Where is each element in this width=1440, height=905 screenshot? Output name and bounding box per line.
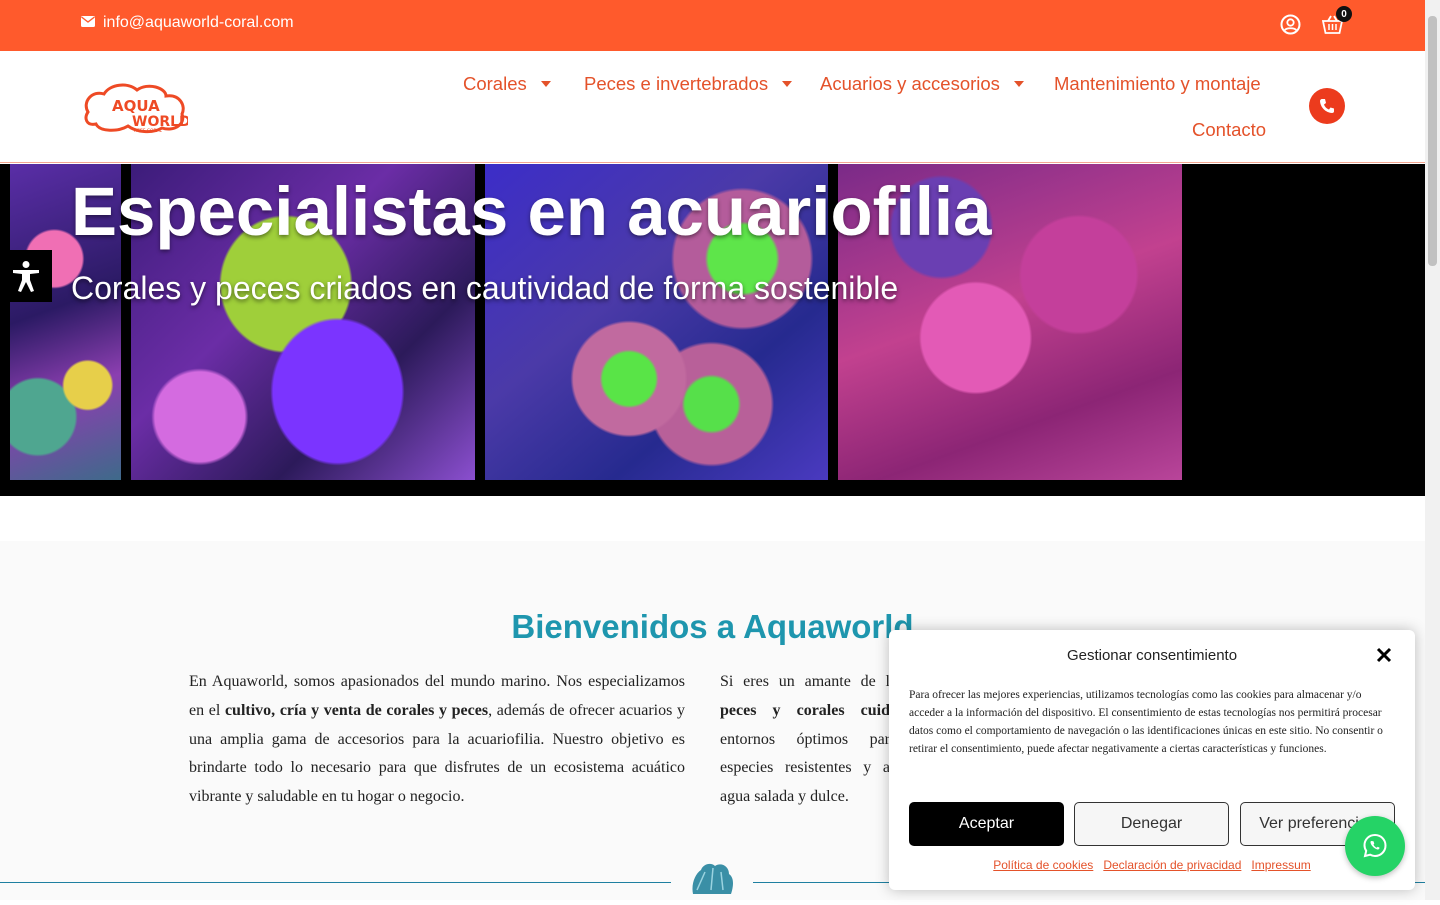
cookie-title: Gestionar consentimiento [1066,647,1238,664]
accessibility-button[interactable] [0,250,52,302]
logo-word-world: WORLD [132,114,188,130]
nav-acuarios-label[interactable]: Acuarios y accesorios [820,73,1000,95]
cookie-consent-dialog: Gestionar consentimiento Para ofrecer la… [889,630,1415,890]
nav-peces[interactable]: Peces e invertebrados [584,73,793,95]
impressum-link[interactable]: Impressum [1251,858,1310,872]
intro-right-text-bold: peces y corales cuid [720,701,890,719]
cart-count-badge: 0 [1336,6,1352,22]
nav-mantenimiento[interactable]: Mantenimiento y montaje [1054,73,1261,95]
whatsapp-button[interactable] [1345,816,1405,876]
nav-contacto-label[interactable]: Contacto [1192,119,1266,141]
account-icon[interactable] [1280,14,1301,40]
hero-title: Especialistas en acuariofilia [71,173,992,250]
whatsapp-icon [1363,833,1387,858]
phone-button[interactable] [1309,88,1345,124]
nav-acuarios[interactable]: Acuarios y accesorios [820,73,1024,95]
nav-corales[interactable]: Corales [463,73,551,95]
caret-down-icon[interactable] [540,81,551,87]
intro-text-bold: cultivo, cría y venta de corales y peces [224,701,489,719]
deny-button[interactable]: Denegar [1074,802,1229,846]
intro-paragraph-left: En Aquaworld, somos apasionados del mund… [189,668,685,812]
scrollbar-thumb[interactable] [1428,16,1437,266]
intro-right-text-1: Si eres un amante de l [720,673,890,690]
nav-peces-label[interactable]: Peces e invertebrados [584,73,768,95]
site-header: AQUA WORLD REEF CORAL Corales Peces e in… [0,51,1425,163]
envelope-icon [81,14,95,32]
logo-word-aqua: AQUA [112,97,160,115]
cookie-policy-link[interactable]: Política de cookies [993,858,1093,872]
cookie-text: Para ofrecer las mejores experiencias, u… [909,689,1383,755]
privacy-statement-link[interactable]: Declaración de privacidad [1103,858,1241,872]
logo-tagline: REEF CORAL [134,128,163,134]
cookie-links: Política de cookies Declaración de priva… [889,858,1415,872]
accessibility-icon [13,261,39,292]
accept-button[interactable]: Aceptar [909,802,1064,846]
top-bar: info@aquaworld-coral.com 0 [0,0,1425,51]
welcome-prefix: Bienvenidos a [511,608,744,645]
email-text[interactable]: info@aquaworld-coral.com [103,14,294,32]
close-icon[interactable] [1376,647,1392,668]
intro-paragraph-right: Si eres un amante de l peces y corales c… [720,668,890,812]
coral-icon [671,856,753,900]
site-logo[interactable]: AQUA WORLD REEF CORAL [82,82,191,134]
caret-down-icon[interactable] [1013,81,1024,87]
nav-mantenimiento-label[interactable]: Mantenimiento y montaje [1054,73,1261,95]
email-link[interactable]: info@aquaworld-coral.com [81,14,294,32]
nav-contacto[interactable]: Contacto [1192,119,1266,141]
phone-icon [1320,99,1334,113]
hero-banner: Especialistas en acuariofilia Corales y … [0,164,1425,496]
nav-corales-label[interactable]: Corales [463,73,527,95]
hero-subtitle: Corales y peces criados en cautividad de… [71,270,899,306]
intro-right-text-2: entornos óptimos par especies resistente… [720,730,890,806]
caret-down-icon[interactable] [782,81,793,87]
